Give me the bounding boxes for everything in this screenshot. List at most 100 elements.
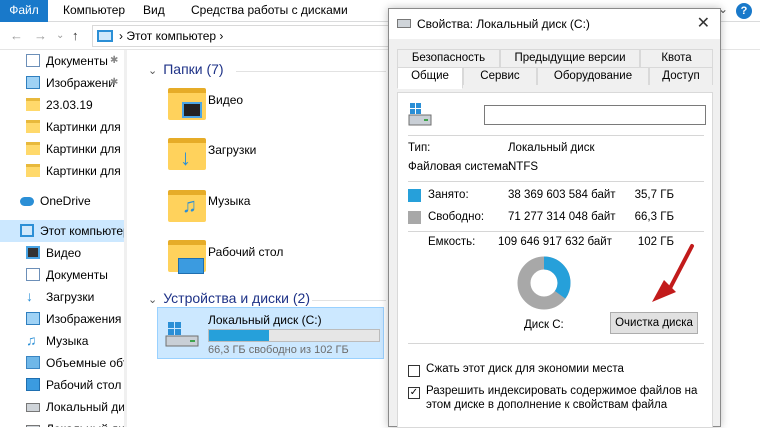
- folder-icon: [26, 142, 40, 155]
- free-gb: 66,3 ГБ: [634, 211, 674, 223]
- devices-section-header[interactable]: ⌄ Устройства и диски (2): [148, 290, 310, 306]
- navigation-pane: Документы ✱ Изображени ✱ 23.03.19 Картин…: [0, 50, 127, 427]
- sidebar-item-documents[interactable]: Документы: [0, 264, 126, 286]
- dialog-title-bar[interactable]: Свойства: Локальный диск (C:) ✕: [389, 9, 720, 39]
- desktop-screen-icon: [178, 258, 204, 274]
- sidebar-item-folder-pictures-3[interactable]: Картинки для те: [0, 160, 126, 182]
- tab-computer[interactable]: Компьютер: [54, 0, 134, 22]
- music-note-icon: ♫: [182, 195, 197, 217]
- folder-icon: [26, 164, 40, 177]
- video-badge-icon: [182, 102, 202, 118]
- sidebar-item-folder-pictures-1[interactable]: Картинки для те: [0, 116, 126, 138]
- tab-security[interactable]: Безопасность: [397, 49, 500, 67]
- sidebar-item-folder-23-03-19[interactable]: 23.03.19: [0, 94, 126, 116]
- divider: [408, 135, 704, 136]
- sidebar-item-local-disk-1[interactable]: Локальный дис: [0, 396, 126, 418]
- video-icon: [26, 246, 40, 259]
- used-color-swatch: [408, 189, 421, 202]
- disk-label: Диск C:: [524, 319, 564, 331]
- folder-label-downloads[interactable]: Загрузки: [208, 143, 256, 157]
- folders-section-header[interactable]: ⌄ Папки (7): [148, 61, 224, 77]
- capacity-label: Емкость:: [428, 236, 476, 248]
- sidebar-item-this-pc[interactable]: Этот компьютер: [0, 220, 126, 242]
- address-bar[interactable]: › Этот компьютер ›: [92, 25, 392, 47]
- tab-view[interactable]: Вид: [134, 0, 174, 22]
- folder-icon: [26, 98, 40, 111]
- sidebar-item-3d-objects[interactable]: Объемные объ: [0, 352, 126, 374]
- divider: [408, 231, 704, 232]
- type-label: Тип:: [408, 142, 431, 154]
- document-icon: [26, 268, 40, 281]
- onedrive-icon: [20, 197, 34, 206]
- tab-general[interactable]: Общие: [397, 67, 463, 89]
- computer-icon: [20, 224, 34, 237]
- images-icon: [26, 312, 40, 325]
- section-divider: [236, 71, 386, 72]
- help-icon[interactable]: ?: [736, 3, 752, 19]
- free-bytes: 71 277 314 048 байт: [508, 211, 616, 223]
- drive-icon: [26, 403, 40, 412]
- type-value: Локальный диск: [508, 142, 595, 154]
- drive-free-space: 66,3 ГБ свободно из 102 ГБ: [208, 344, 349, 356]
- used-bytes: 38 369 603 584 байт: [508, 189, 616, 201]
- chevron-down-icon: ⌄: [148, 65, 158, 77]
- drive-icon: [165, 322, 199, 347]
- tab-drive-tools[interactable]: Средства работы с дисками: [182, 0, 357, 22]
- tab-quota[interactable]: Квота: [640, 49, 713, 67]
- drive-icon: [397, 19, 411, 28]
- back-arrow-icon[interactable]: ←: [10, 28, 23, 43]
- disk-usage-donut: [517, 256, 571, 310]
- general-tab-panel: Тип: Локальный диск Файловая система: NT…: [397, 92, 713, 428]
- folder-label-video[interactable]: Видео: [208, 93, 243, 107]
- download-icon: ↓: [26, 289, 40, 303]
- compress-label: Сжать этот диск для экономии места: [426, 363, 624, 375]
- computer-icon: [97, 30, 113, 42]
- drive-icon: [408, 103, 432, 126]
- volume-name-input[interactable]: [484, 105, 706, 125]
- sidebar-item-images[interactable]: Изображения: [0, 308, 126, 330]
- recent-chevron-icon[interactable]: ⌄: [56, 30, 64, 41]
- forward-arrow-icon[interactable]: →: [34, 28, 47, 43]
- filesystem-label: Файловая система:: [408, 161, 512, 173]
- tab-service[interactable]: Сервис: [463, 67, 537, 85]
- compress-checkbox[interactable]: [408, 365, 420, 377]
- properties-dialog: Свойства: Локальный диск (C:) ✕ Безопасн…: [388, 8, 721, 428]
- tab-file[interactable]: Файл: [0, 0, 48, 22]
- sidebar-item-video[interactable]: Видео: [0, 242, 126, 264]
- document-icon: [26, 54, 40, 67]
- sidebar-item-images-quick[interactable]: Изображени ✱: [0, 72, 126, 94]
- free-label: Свободно:: [428, 211, 485, 223]
- capacity-bytes: 109 646 917 632 байт: [498, 236, 612, 248]
- dialog-title: Свойства: Локальный диск (C:): [417, 17, 590, 31]
- sidebar-item-folder-pictures-2[interactable]: Картинки для те: [0, 138, 126, 160]
- breadcrumb[interactable]: › Этот компьютер ›: [119, 29, 223, 43]
- tab-hardware[interactable]: Оборудование: [537, 67, 649, 85]
- divider: [408, 181, 704, 182]
- pin-icon: ✱: [110, 77, 119, 88]
- images-icon: [26, 76, 40, 89]
- drive-name: Локальный диск (C:): [208, 313, 322, 327]
- disk-cleanup-button[interactable]: Очистка диска: [610, 312, 698, 334]
- music-icon: ♫: [26, 333, 40, 347]
- sidebar-item-documents-quick[interactable]: Документы ✱: [0, 50, 126, 72]
- folder-label-music[interactable]: Музыка: [208, 194, 250, 208]
- local-disk-c-tile[interactable]: Локальный диск (C:) 66,3 ГБ свободно из …: [157, 307, 384, 359]
- tab-previous-versions[interactable]: Предыдущие версии: [500, 49, 640, 67]
- index-checkbox[interactable]: ✓: [408, 387, 420, 399]
- tab-sharing[interactable]: Доступ: [649, 67, 713, 85]
- drive-usage-bar: [208, 329, 380, 342]
- filesystem-value: NTFS: [508, 161, 539, 173]
- close-icon[interactable]: ✕: [697, 13, 710, 33]
- sidebar-item-downloads[interactable]: ↓ Загрузки: [0, 286, 126, 308]
- sidebar-scrollbar[interactable]: [124, 50, 127, 427]
- download-arrow-icon: ↓: [180, 145, 191, 170]
- up-arrow-icon[interactable]: ↑: [72, 28, 79, 43]
- divider: [408, 343, 704, 344]
- sidebar-item-onedrive[interactable]: OneDrive: [0, 190, 126, 212]
- index-label: Разрешить индексировать содержимое файло…: [426, 385, 698, 411]
- free-color-swatch: [408, 211, 421, 224]
- folder-label-desktop[interactable]: Рабочий стол: [208, 245, 283, 259]
- sidebar-item-music[interactable]: ♫ Музыка: [0, 330, 126, 352]
- sidebar-item-desktop[interactable]: Рабочий стол: [0, 374, 126, 396]
- sidebar-item-local-disk-2[interactable]: Локальный дис: [0, 418, 126, 427]
